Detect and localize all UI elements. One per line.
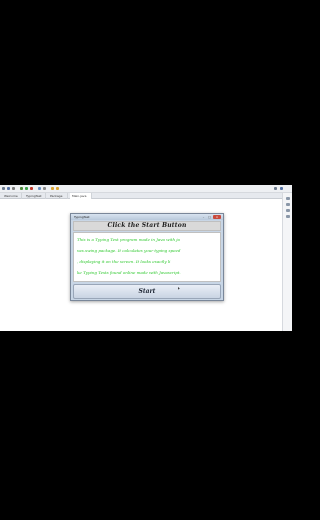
- window-title: TypingTest: [74, 215, 90, 219]
- start-button[interactable]: Start: [73, 284, 221, 299]
- text-line: vax.swing package. It calculates your ty…: [77, 248, 181, 253]
- typing-test-window: TypingTest – □ × Click the Start Button …: [70, 213, 224, 301]
- console-icon[interactable]: [286, 215, 290, 218]
- run-icon[interactable]: [25, 187, 28, 190]
- typing-text-area[interactable]: This is a Typing Test program made in Ja…: [73, 232, 221, 282]
- java-perspective-icon[interactable]: [280, 187, 283, 190]
- outline-icon[interactable]: [286, 197, 290, 200]
- right-side-panel: [282, 193, 292, 331]
- ide-toolbar: [0, 185, 292, 193]
- save-icon[interactable]: [7, 187, 10, 190]
- text-line: ke Typing Tests found online made with J…: [77, 270, 181, 275]
- start-button-label: Start: [138, 288, 156, 295]
- minimize-button[interactable]: –: [201, 215, 206, 219]
- problems-icon[interactable]: [286, 209, 290, 212]
- new-file-icon[interactable]: [2, 187, 5, 190]
- tab-label: Main.java: [72, 194, 87, 198]
- back-icon[interactable]: [51, 187, 54, 190]
- text-line: This is a Typing Test program made in Ja…: [77, 237, 180, 242]
- forward-icon[interactable]: [56, 187, 59, 190]
- tab-label: Welcome: [4, 194, 18, 198]
- screen-recording-frame: Welcome TypingTest Package Main.java Typ…: [0, 185, 292, 331]
- text-line: , displaying it on the screen. It looks …: [77, 259, 171, 264]
- stop-icon[interactable]: [30, 187, 33, 190]
- tab-label: TypingTest: [26, 194, 42, 198]
- print-icon[interactable]: [12, 187, 15, 190]
- search-icon[interactable]: [43, 187, 46, 190]
- close-button[interactable]: ×: [213, 215, 221, 219]
- debug-icon[interactable]: [20, 187, 23, 190]
- window-titlebar[interactable]: TypingTest – □ ×: [71, 214, 223, 220]
- tab-label: Package: [50, 194, 63, 198]
- instruction-header: Click the Start Button: [73, 221, 221, 231]
- tasks-icon[interactable]: [286, 203, 290, 206]
- maximize-button[interactable]: □: [207, 215, 212, 219]
- perspective-icon[interactable]: [274, 187, 277, 190]
- instruction-text: Click the Start Button: [107, 222, 187, 229]
- new-class-icon[interactable]: [38, 187, 41, 190]
